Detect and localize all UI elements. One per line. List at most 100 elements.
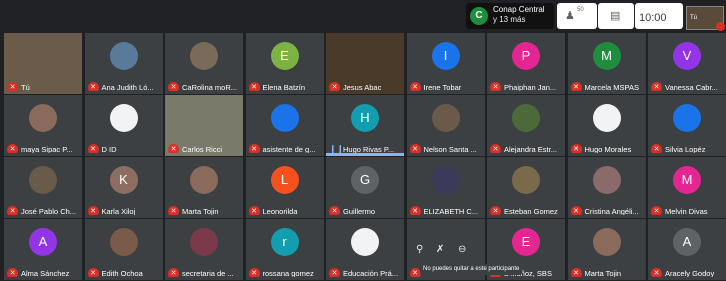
participant-avatar (270, 104, 299, 132)
tile-hover-controls[interactable]: ⚲ ✗ ⊖ (408, 240, 478, 260)
participant-avatar (29, 166, 57, 194)
mic-muted-icon: ✕ (329, 82, 340, 91)
participant-avatar (109, 42, 138, 70)
participant-avatar (190, 42, 218, 70)
participant-name: Leonorilda (262, 207, 298, 215)
self-view[interactable]: Tú (686, 6, 725, 31)
participant-tile[interactable]: ✕ Jesus Abac (326, 33, 404, 94)
participant-tile[interactable]: ✕ Nelson Santa ... (406, 95, 485, 156)
participant-label: ✕ José Pablo Ch... (7, 203, 80, 215)
more-icon[interactable]: ⊖ (458, 244, 466, 255)
participant-tile[interactable]: ✕ Marta Tojin (567, 219, 646, 280)
participant-name: Educación Prá... (343, 269, 399, 277)
participant-tile[interactable]: ✕ Tú (4, 33, 82, 94)
participant-name: CaRolina moR... (182, 83, 238, 91)
participant-tile[interactable]: ✕ Silvia Lopéz (648, 95, 726, 156)
participant-tile[interactable]: G ✕ Guillermo (326, 157, 404, 218)
participant-avatar: M (592, 42, 621, 70)
participant-name: Silvia Lopéz (665, 145, 706, 153)
participant-label: ✕ Ana Judith Ló... (87, 79, 161, 91)
participant-tile[interactable]: ✕ Ana Judith Ló... (84, 33, 163, 94)
participant-tile[interactable]: P ✕ Phaiphan Jan... (487, 33, 565, 94)
participant-avatar: A (29, 228, 57, 256)
host-name: Conap Central (493, 5, 545, 14)
participant-tile[interactable]: ✕ Edith Ochoa (84, 219, 163, 280)
participant-tile[interactable]: ✕ Esteban Gomez (487, 157, 565, 218)
participant-name: Nelson Santa ... (423, 145, 477, 153)
mic-muted-icon: ✕ (87, 144, 99, 153)
participant-name: asistente de g... (262, 145, 316, 153)
participant-name: Marta Tojin (584, 269, 622, 277)
mic-muted-icon: ✕ (329, 268, 340, 277)
participants-button[interactable]: ♟ 50 (557, 3, 597, 29)
participant-tile[interactable]: ✕ ELIZABETH C... (406, 157, 485, 218)
participant-avatar (190, 166, 218, 194)
participant-name: Marcela MSPAS (584, 83, 639, 91)
clock: 10:00 (639, 12, 667, 24)
participant-tile[interactable]: ✕ CaRolina moR... (165, 33, 243, 94)
participant-tile[interactable]: ✕ D ID (84, 95, 163, 156)
participant-tile[interactable]: r ✕ rossana gomez (245, 219, 324, 280)
participant-avatar: E (270, 42, 299, 70)
mic-muted-icon: ✕ (490, 206, 501, 215)
participant-label: ✕ Guillermo (329, 203, 402, 215)
participant-tile[interactable]: E ✕ Elena Batzín (245, 33, 324, 94)
participant-avatar (109, 104, 138, 132)
participant-label: ✕ asistente de g... (248, 141, 322, 153)
participant-name: ELIZABETH C... (423, 207, 479, 215)
participant-tile[interactable]: I ✕ Irene Tobar (406, 33, 485, 94)
participant-name: Cristina Angéli... (584, 207, 639, 215)
mic-muted-icon: ✕ (570, 82, 582, 91)
participants-count: 50 (577, 7, 584, 13)
participant-tile[interactable]: ✕ Alejandra Estr... (487, 95, 565, 156)
participant-avatar: G (351, 166, 379, 194)
participant-label: ✕ Alma Sánchez (7, 265, 80, 277)
participant-avatar: P (512, 42, 540, 70)
mic-muted-icon: ✕ (570, 206, 582, 215)
participant-tile[interactable]: ✕ Carlos Ricci (165, 95, 243, 156)
mic-off-icon[interactable]: ✗ (436, 244, 444, 255)
participant-tile[interactable]: M ✕ Melvin Divas (648, 157, 726, 218)
participant-name: secretaria de ... (182, 269, 234, 277)
mic-muted-icon: ✕ (651, 206, 662, 215)
participant-avatar (512, 104, 540, 132)
participant-label: ✕ Marcela MSPAS (570, 79, 644, 91)
participant-tile[interactable]: A ✕ Alma Sánchez (4, 219, 82, 280)
participant-tile[interactable]: ✕ José Pablo Ch... (4, 157, 82, 218)
host-more-count: y 13 más (493, 15, 526, 24)
participant-tile[interactable]: M ✕ Marcela MSPAS (567, 33, 646, 94)
participant-tile[interactable]: K ✕ Karla Xiloj (84, 157, 163, 218)
participant-tile[interactable]: H ❙❙Hugo Rivas P... (326, 95, 404, 156)
mic-muted-icon: ✕ (570, 144, 582, 153)
participant-tile[interactable]: ✕ secretaria de ... (165, 219, 243, 280)
participant-label: ✕ Nelson Santa ... (409, 141, 483, 153)
participant-name: Vanessa Cabr... (665, 83, 718, 91)
host-avatar: C (470, 7, 488, 25)
chat-button[interactable]: ▤ (598, 3, 634, 29)
participant-tile[interactable]: ✕ maya Sipac P... (4, 95, 82, 156)
participant-name: Tú (21, 83, 30, 91)
pin-icon[interactable]: ⚲ (416, 244, 423, 255)
participant-tile[interactable]: A ✕ Aracely Godoy (648, 219, 726, 280)
participant-tile[interactable]: ✕ Cristina Angéli... (567, 157, 646, 218)
participant-tile[interactable]: ✕ Hugo Morales (567, 95, 646, 156)
presenter-chip[interactable]: C Conap Central y 13 más (466, 3, 554, 29)
participant-label: ✕ Jesus Abac (329, 79, 402, 91)
participant-tile[interactable]: ✕ Marta Tojin (165, 157, 243, 218)
participant-name: Alejandra Estr... (504, 145, 557, 153)
clock-area: 10:00 (635, 3, 683, 29)
participant-name: rossana gomez (262, 269, 314, 277)
participant-tile[interactable]: ✕ Educación Prá... (326, 219, 404, 280)
participant-avatar (592, 166, 621, 194)
participant-name: Ana Judith Ló... (101, 83, 154, 91)
speaking-icon: ❙❙ (329, 144, 345, 153)
participant-tile[interactable]: L ✕ Leonorilda (245, 157, 324, 218)
participant-label: ✕ Marta Tojin (168, 203, 241, 215)
participant-label: ✕ Alejandra Estr... (490, 141, 563, 153)
participant-avatar: H (351, 104, 379, 132)
participant-tile[interactable]: ✕ asistente de g... (245, 95, 324, 156)
participant-tile[interactable]: V ✕ Vanessa Cabr... (648, 33, 726, 94)
participant-avatar (592, 228, 621, 256)
participant-avatar: I (431, 42, 460, 70)
participant-label: ✕ D ID (87, 141, 161, 153)
